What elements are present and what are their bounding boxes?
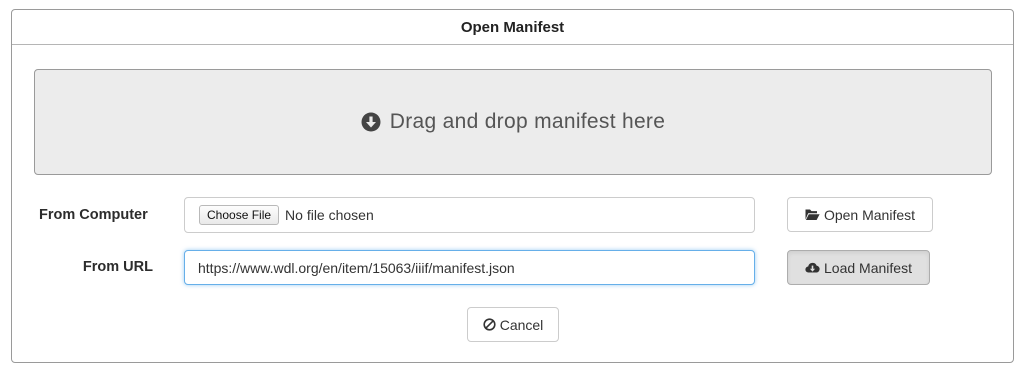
manifest-url-value: https://www.wdl.org/en/item/15063/iiif/m… (198, 259, 515, 276)
folder-open-icon (805, 208, 820, 221)
manifest-url-input[interactable]: https://www.wdl.org/en/item/15063/iiif/m… (184, 250, 755, 285)
dialog-header: Open Manifest (12, 10, 1013, 45)
from-computer-label: From Computer (39, 207, 148, 223)
cancel-button[interactable]: Cancel (467, 307, 559, 342)
choose-file-button[interactable]: Choose File (199, 205, 280, 225)
open-manifest-dialog: Open Manifest Drag and drop manifest her… (11, 9, 1014, 363)
open-manifest-button[interactable]: Open Manifest (787, 197, 933, 232)
open-manifest-label: Open Manifest (823, 206, 916, 223)
file-input[interactable]: Choose File No file chosen (184, 197, 755, 233)
cloud-download-icon (805, 261, 820, 274)
from-url-label: From URL (82, 259, 153, 275)
arrow-circle-down-icon (361, 112, 381, 132)
ban-icon (483, 318, 496, 331)
dropzone-label: Drag and drop manifest here (389, 110, 666, 133)
load-manifest-button[interactable]: Load Manifest (787, 250, 930, 285)
load-manifest-label: Load Manifest (824, 259, 912, 276)
dialog-title: Open Manifest (460, 18, 565, 36)
cancel-label: Cancel (499, 316, 544, 333)
file-status-text: No file chosen (285, 207, 374, 223)
manifest-dropzone[interactable]: Drag and drop manifest here (34, 69, 992, 175)
